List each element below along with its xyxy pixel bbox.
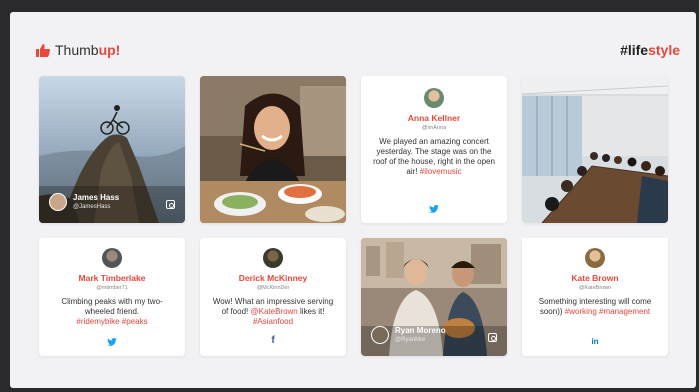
facebook-icon[interactable]: f bbox=[271, 335, 274, 346]
author-handle: @McKinnDer bbox=[256, 285, 290, 291]
post-author: Ryan Moreno @RyanMor bbox=[371, 326, 446, 344]
author-name[interactable]: James Hass bbox=[73, 193, 119, 203]
logo-accent: up! bbox=[98, 42, 121, 58]
instagram-icon[interactable] bbox=[166, 200, 175, 209]
post-card-derick[interactable]: Derick McKinney @McKinnDer Wow! What an … bbox=[200, 238, 346, 356]
avatar[interactable] bbox=[424, 88, 444, 108]
post-author: James Hass @JamesHass bbox=[49, 193, 119, 211]
author-name[interactable]: Derick McKinney bbox=[239, 273, 308, 283]
post-text: Climbing peaks with my two-wheeled frien… bbox=[39, 297, 185, 327]
post-body: Climbing peaks with my two-wheeled frien… bbox=[61, 297, 163, 316]
avatar[interactable] bbox=[585, 248, 605, 268]
hashtag-title: #lifestyle bbox=[620, 42, 680, 58]
logo-text: Thumb bbox=[55, 42, 99, 58]
post-photo bbox=[200, 76, 346, 223]
author-handle: @mtimber71 bbox=[96, 285, 128, 291]
post-text: We played an amazing concert yesterday. … bbox=[361, 137, 507, 177]
instagram-icon[interactable] bbox=[488, 333, 497, 342]
post-card-kate-photo[interactable] bbox=[522, 76, 668, 223]
author-handle: @RyanMor bbox=[395, 337, 426, 343]
twitter-icon[interactable] bbox=[429, 205, 439, 213]
hashtag-accent: style bbox=[648, 42, 680, 58]
post-card-james[interactable]: James Hass @JamesHass bbox=[39, 76, 185, 223]
post-card-mark[interactable]: Mark Timberlake @mtimber71 Climbing peak… bbox=[39, 238, 185, 356]
author-handle: @KateBrown bbox=[578, 285, 612, 291]
author-name[interactable]: Ryan Moreno bbox=[395, 326, 446, 336]
post-card-anna[interactable]: Anna Kellner @imAnna We played an amazin… bbox=[361, 76, 507, 223]
post-text: Wow! What an impressive serving of food!… bbox=[200, 297, 346, 327]
thumbs-up-icon bbox=[36, 43, 50, 57]
social-wall: Thumbup! #lifestyle James Hass @JamesHas… bbox=[10, 12, 696, 388]
post-mention[interactable]: @KateBrown bbox=[250, 307, 297, 316]
linkedin-icon[interactable]: in bbox=[591, 337, 598, 346]
avatar[interactable] bbox=[263, 248, 283, 268]
hashtag-pre: #life bbox=[620, 42, 649, 58]
author-handle: @JamesHass bbox=[73, 204, 111, 210]
avatar[interactable] bbox=[102, 248, 122, 268]
author-handle: @imAnna bbox=[421, 125, 447, 131]
post-body-2: likes it! bbox=[299, 307, 325, 316]
post-card-kate[interactable]: Kate Brown @KateBrown Something interest… bbox=[522, 238, 668, 356]
post-hashtags[interactable]: #ridemybike #peaks bbox=[76, 317, 147, 326]
header: Thumbup! #lifestyle bbox=[10, 12, 696, 72]
post-photo bbox=[522, 76, 668, 223]
author-name[interactable]: Mark Timberlake bbox=[79, 273, 146, 283]
avatar[interactable] bbox=[371, 326, 389, 344]
logo[interactable]: Thumbup! bbox=[36, 42, 120, 58]
author-name[interactable]: Kate Brown bbox=[571, 273, 618, 283]
post-card-ryan[interactable]: Ryan Moreno @RyanMor bbox=[361, 238, 507, 356]
avatar[interactable] bbox=[49, 193, 67, 211]
post-hashtags[interactable]: #ilovemusic bbox=[420, 167, 462, 176]
post-text: Something interesting will come soon)) #… bbox=[522, 297, 668, 317]
post-card-derick-photo[interactable] bbox=[200, 76, 346, 223]
twitter-icon[interactable] bbox=[107, 338, 117, 346]
post-hashtags[interactable]: #working #management bbox=[565, 307, 650, 316]
author-name[interactable]: Anna Kellner bbox=[408, 113, 460, 123]
post-hashtags[interactable]: #Asianfood bbox=[253, 317, 293, 326]
